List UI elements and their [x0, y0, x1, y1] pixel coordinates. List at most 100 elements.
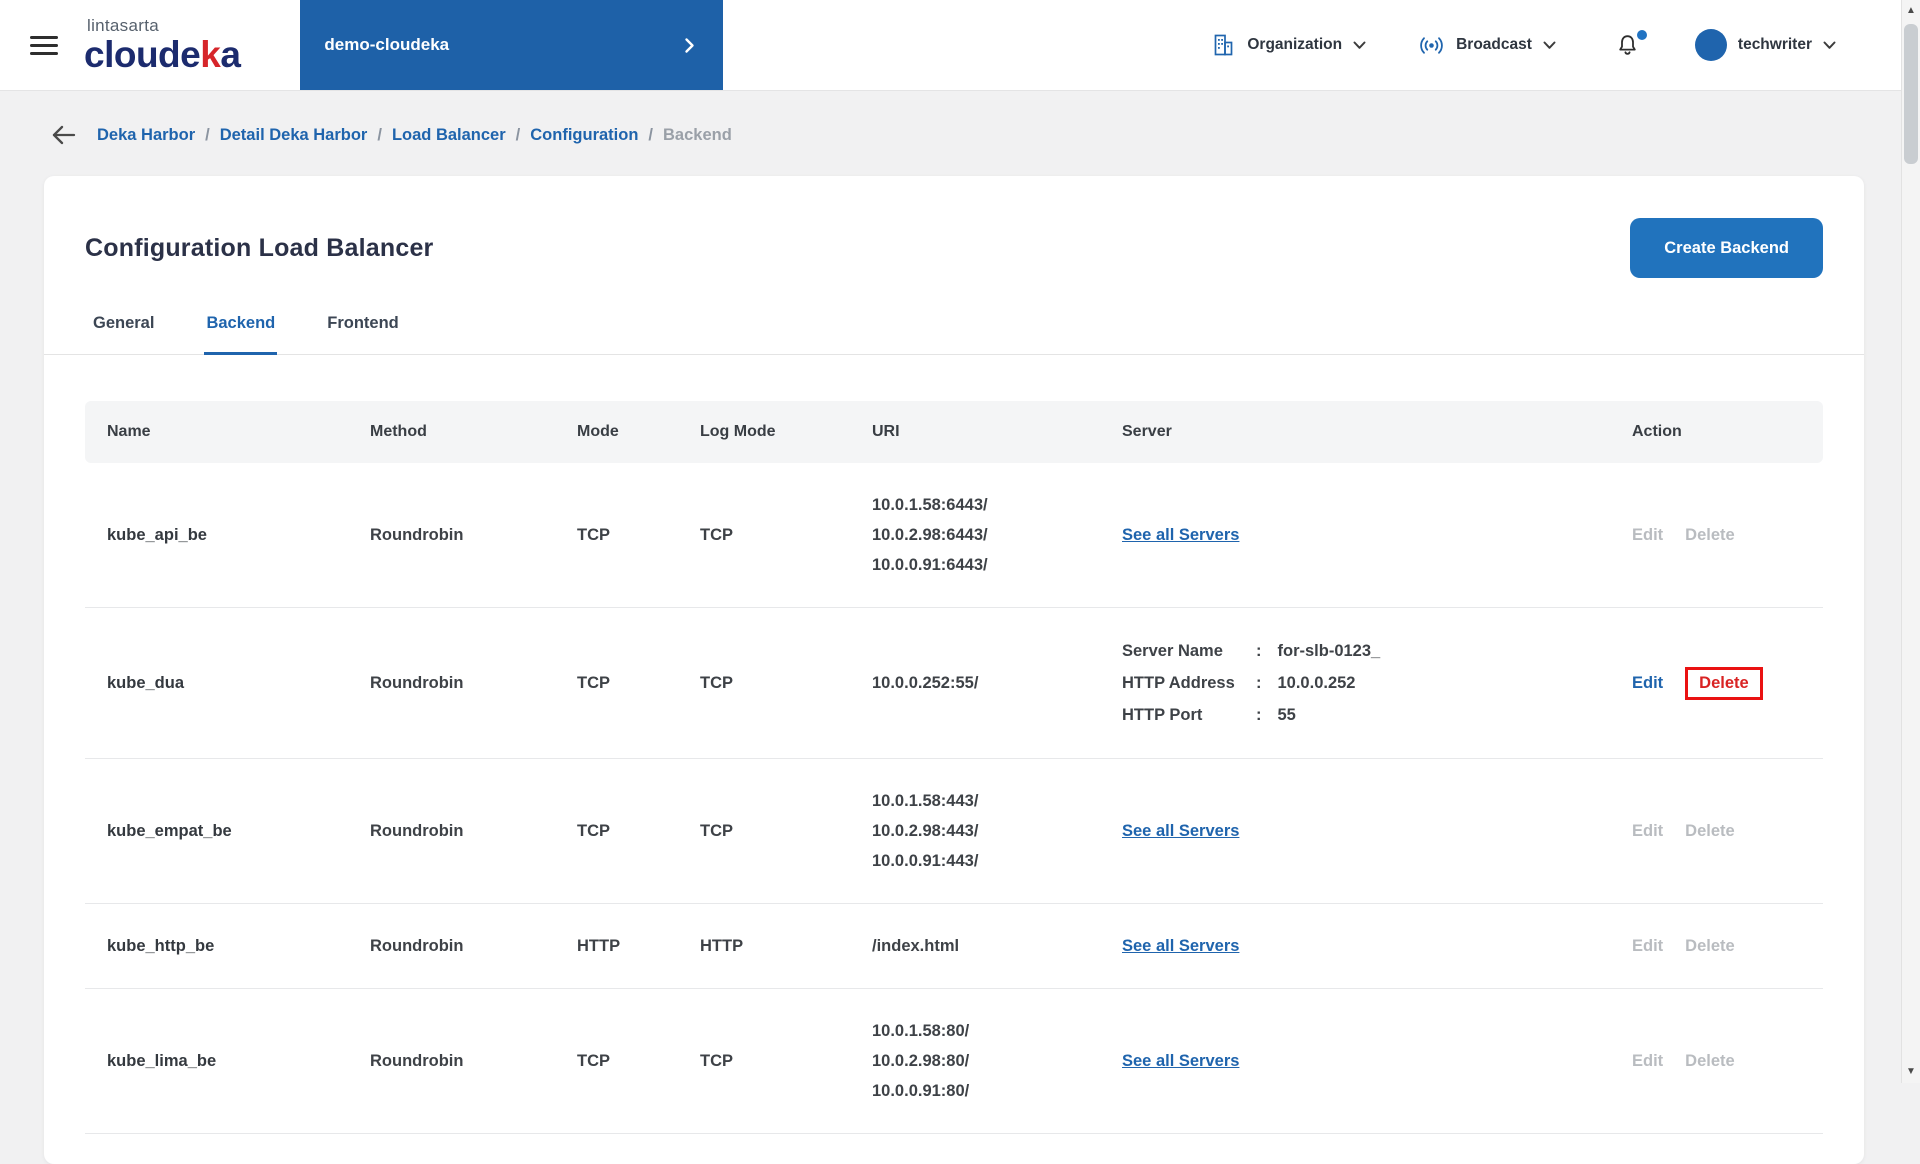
table-body: kube_api_beRoundrobinTCPTCP10.0.1.58:644… [85, 463, 1823, 1134]
configuration-card: Configuration Load Balancer Create Backe… [44, 176, 1864, 1164]
scroll-down-icon[interactable]: ▼ [1902, 1064, 1920, 1080]
tab-general[interactable]: General [91, 304, 156, 355]
row-log-mode: HTTP [700, 937, 872, 956]
user-name: techwriter [1738, 36, 1812, 54]
column-server: Server [1122, 423, 1632, 441]
edit-button[interactable]: Edit [1632, 937, 1663, 956]
column-uri: URI [872, 423, 1122, 441]
row-actions: Edit Delete [1632, 937, 1823, 956]
row-actions: Edit Delete [1632, 1052, 1823, 1071]
row-method: Roundrobin [370, 822, 577, 841]
breadcrumb-detail-deka-harbor[interactable]: Detail Deka Harbor [220, 126, 368, 145]
row-actions: Edit Delete [1632, 526, 1823, 545]
notification-dot [1637, 30, 1647, 40]
edit-button[interactable]: Edit [1632, 1052, 1663, 1071]
delete-button[interactable]: Delete [1685, 526, 1735, 545]
chevron-right-icon [684, 37, 695, 54]
avatar [1695, 29, 1727, 61]
organization-label: Organization [1247, 36, 1342, 54]
breadcrumb-separator: / [516, 126, 521, 145]
scroll-up-icon[interactable]: ▲ [1902, 3, 1920, 19]
breadcrumb-load-balancer[interactable]: Load Balancer [392, 126, 506, 145]
row-name: kube_api_be [107, 526, 370, 545]
brand-lintasarta: lintasarta [87, 17, 240, 34]
row-log-mode: TCP [700, 526, 872, 545]
column-name: Name [107, 423, 370, 441]
breadcrumb-separator: / [205, 126, 210, 145]
chevron-down-icon [1353, 41, 1366, 50]
edit-button[interactable]: Edit [1632, 822, 1663, 841]
see-all-servers-link[interactable]: See all Servers [1122, 822, 1239, 840]
breadcrumb-separator: / [377, 126, 382, 145]
see-all-servers-link[interactable]: See all Servers [1122, 937, 1239, 955]
row-uri: 10.0.1.58:80/10.0.2.98:80/10.0.0.91:80/ [872, 1016, 1122, 1106]
scrollbar[interactable]: ▲ ▼ [1901, 0, 1920, 1083]
table-row: kube_duaRoundrobinTCPTCP10.0.0.252:55/Se… [85, 608, 1823, 759]
row-mode: TCP [577, 526, 700, 545]
row-mode: TCP [577, 674, 700, 693]
tab-backend[interactable]: Backend [204, 304, 277, 355]
row-log-mode: TCP [700, 674, 872, 693]
row-method: Roundrobin [370, 674, 577, 693]
organization-menu[interactable]: Organization [1211, 33, 1366, 58]
row-mode: TCP [577, 1052, 700, 1071]
create-backend-button[interactable]: Create Backend [1630, 218, 1823, 278]
project-selector[interactable]: demo-cloudeka [300, 0, 723, 90]
row-name: kube_http_be [107, 937, 370, 956]
user-menu[interactable]: techwriter [1695, 29, 1836, 61]
see-all-servers-link[interactable]: See all Servers [1122, 1052, 1239, 1070]
column-action: Action [1632, 423, 1823, 441]
delete-button[interactable]: Delete [1685, 1052, 1735, 1071]
row-mode: HTTP [577, 937, 700, 956]
table-row: kube_empat_beRoundrobinTCPTCP10.0.1.58:4… [85, 759, 1823, 904]
edit-button[interactable]: Edit [1632, 526, 1663, 545]
chevron-down-icon [1823, 41, 1836, 50]
organization-icon [1211, 33, 1236, 58]
column-log-mode: Log Mode [700, 423, 872, 441]
row-name: kube_empat_be [107, 822, 370, 841]
notifications-button[interactable] [1614, 32, 1641, 59]
row-method: Roundrobin [370, 526, 577, 545]
delete-button[interactable]: Delete [1685, 667, 1763, 700]
project-name: demo-cloudeka [324, 35, 449, 55]
page-title: Configuration Load Balancer [85, 234, 433, 263]
table-header: Name Method Mode Log Mode URI Server Act… [85, 401, 1823, 463]
column-mode: Mode [577, 423, 700, 441]
delete-button[interactable]: Delete [1685, 822, 1735, 841]
column-method: Method [370, 423, 577, 441]
broadcast-menu[interactable]: Broadcast [1418, 34, 1556, 57]
row-actions: EditDelete [1632, 674, 1823, 693]
breadcrumb-deka-harbor[interactable]: Deka Harbor [97, 126, 195, 145]
breadcrumb-backend: Backend [663, 126, 732, 145]
broadcast-icon [1418, 34, 1445, 57]
row-server: See all Servers [1122, 937, 1632, 956]
menu-toggle-icon[interactable] [30, 31, 58, 60]
top-bar: lintasarta cloudeka demo-cloudeka Organi… [0, 0, 1920, 90]
delete-button[interactable]: Delete [1685, 937, 1735, 956]
table-row: kube_api_beRoundrobinTCPTCP10.0.1.58:644… [85, 463, 1823, 608]
chevron-down-icon [1543, 41, 1556, 50]
scrollbar-thumb[interactable] [1904, 24, 1918, 164]
row-server: See all Servers [1122, 1052, 1632, 1071]
row-uri: 10.0.1.58:6443/10.0.2.98:6443/10.0.0.91:… [872, 490, 1122, 580]
row-uri: 10.0.1.58:443/10.0.2.98:443/10.0.0.91:44… [872, 786, 1122, 876]
brand-cloudeka: cloudeka [84, 36, 240, 73]
table-row: kube_http_beRoundrobinHTTPHTTP/index.htm… [85, 904, 1823, 989]
row-uri: 10.0.0.252:55/ [872, 668, 1122, 698]
row-server: See all Servers [1122, 526, 1632, 545]
back-arrow-icon[interactable] [49, 124, 77, 146]
row-method: Roundrobin [370, 1052, 577, 1071]
row-server: Server Name:for-slb-0123_HTTP Address:10… [1122, 635, 1632, 731]
row-name: kube_dua [107, 674, 370, 693]
breadcrumb-separator: / [648, 126, 653, 145]
breadcrumb-configuration[interactable]: Configuration [530, 126, 638, 145]
row-log-mode: TCP [700, 822, 872, 841]
tab-frontend[interactable]: Frontend [325, 304, 401, 355]
breadcrumb: Deka Harbor / Detail Deka Harbor / Load … [0, 90, 1920, 176]
row-actions: Edit Delete [1632, 822, 1823, 841]
row-server: See all Servers [1122, 822, 1632, 841]
row-name: kube_lima_be [107, 1052, 370, 1071]
table-row: kube_lima_beRoundrobinTCPTCP10.0.1.58:80… [85, 989, 1823, 1134]
edit-button[interactable]: Edit [1632, 674, 1663, 693]
see-all-servers-link[interactable]: See all Servers [1122, 526, 1239, 544]
